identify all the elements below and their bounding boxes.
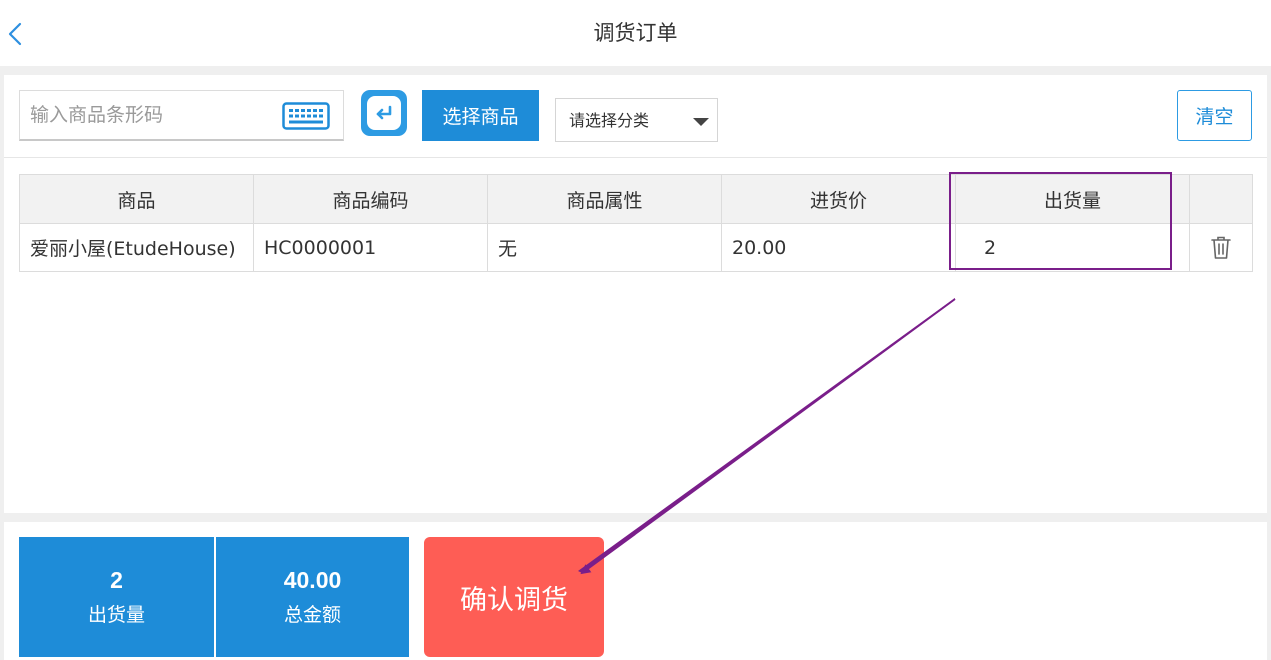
dropdown-caret-icon bbox=[693, 118, 709, 126]
column-header-goods: 商品 bbox=[19, 174, 254, 224]
column-header-purchase-price: 进货价 bbox=[721, 174, 956, 224]
summary-amount-label: 总金额 bbox=[283, 604, 341, 626]
barcode-input-group bbox=[19, 90, 344, 141]
column-header-code: 商品编码 bbox=[253, 174, 488, 224]
cell-delete bbox=[1189, 223, 1253, 272]
clear-button[interactable]: 清空 bbox=[1177, 90, 1252, 141]
cell-purchase-price: 20.00 bbox=[721, 223, 956, 272]
summary-amount-card: 40.00 总金额 bbox=[216, 537, 409, 657]
summary-qty-card: 2 出货量 bbox=[19, 537, 214, 657]
select-goods-button[interactable]: 选择商品 bbox=[422, 90, 539, 141]
cell-goods-name: 爱丽小屋(EtudeHouse) bbox=[19, 223, 254, 272]
table-header-row: 商品 商品编码 商品属性 进货价 出货量 bbox=[19, 174, 1253, 224]
goods-table: 商品 商品编码 商品属性 进货价 出货量 爱丽小屋(EtudeHouse) HC… bbox=[19, 174, 1253, 272]
cell-goods-attribute: 无 bbox=[487, 223, 722, 272]
table-row[interactable]: 爱丽小屋(EtudeHouse) HC0000001 无 20.00 2 bbox=[19, 223, 1253, 272]
barcode-input[interactable] bbox=[20, 91, 275, 139]
summary-amount-value: 40.00 bbox=[283, 567, 342, 593]
category-select[interactable]: 请选择分类 bbox=[555, 98, 718, 142]
category-select-value: 请选择分类 bbox=[569, 111, 650, 130]
trash-icon[interactable] bbox=[1210, 235, 1232, 261]
header-bar bbox=[0, 0, 1271, 66]
column-header-action bbox=[1189, 174, 1253, 224]
cell-goods-code: HC0000001 bbox=[253, 223, 488, 272]
column-header-ship-qty: 出货量 bbox=[955, 174, 1190, 224]
enter-icon-bg bbox=[367, 96, 401, 130]
cell-ship-qty[interactable]: 2 bbox=[955, 223, 1190, 272]
back-chevron-icon bbox=[8, 22, 22, 46]
confirm-transfer-button[interactable]: 确认调货 bbox=[424, 537, 604, 657]
summary-qty-label: 出货量 bbox=[87, 604, 145, 626]
column-header-attribute: 商品属性 bbox=[487, 174, 722, 224]
keyboard-icon[interactable] bbox=[282, 102, 330, 130]
enter-icon bbox=[376, 105, 392, 120]
toolbar-divider bbox=[4, 157, 1267, 158]
summary-qty-value: 2 bbox=[110, 567, 123, 593]
back-button[interactable] bbox=[0, 17, 30, 51]
enter-button[interactable] bbox=[361, 90, 407, 136]
